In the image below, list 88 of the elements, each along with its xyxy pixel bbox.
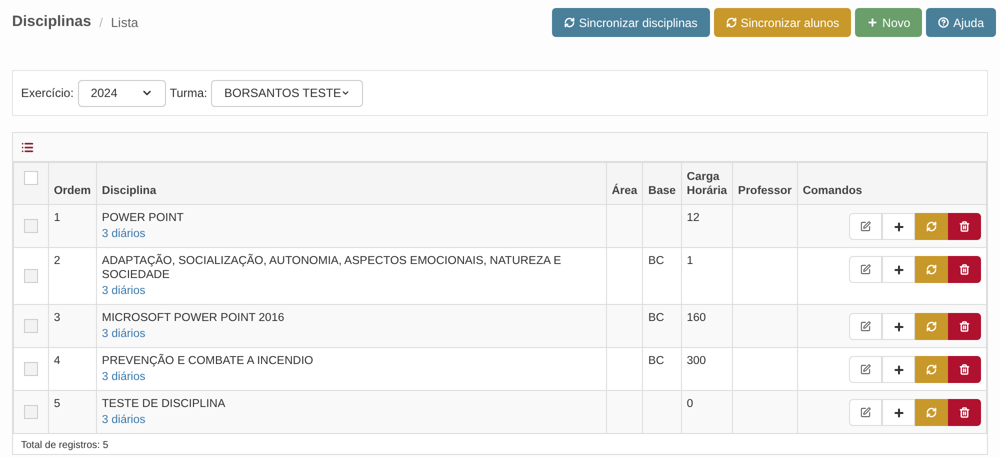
row-checkbox[interactable] <box>24 219 38 233</box>
edit-button[interactable] <box>849 399 882 426</box>
add-button[interactable] <box>882 356 915 383</box>
plus-icon <box>892 264 904 276</box>
edit-icon <box>860 407 871 418</box>
table-cell: 1 <box>54 212 60 224</box>
plus-icon <box>892 364 904 376</box>
delete-button[interactable] <box>948 313 981 340</box>
edit-icon <box>860 364 871 375</box>
row-checkbox[interactable] <box>24 405 38 419</box>
edit-button[interactable] <box>849 356 882 383</box>
edit-button[interactable] <box>849 313 882 340</box>
table-cell: 3 <box>54 312 60 324</box>
trash-icon <box>959 364 970 375</box>
table-cell: BC <box>648 355 664 367</box>
discipline-name: TESTE DE DISCIPLINA <box>102 397 226 411</box>
delete-button[interactable] <box>948 356 981 383</box>
delete-button[interactable] <box>948 399 981 426</box>
filter-label: Turma: <box>170 85 208 102</box>
diaries-link[interactable]: 3 diários <box>102 370 601 384</box>
action-button[interactable]: Sincronizar disciplinas <box>552 8 710 37</box>
refresh-icon <box>726 17 737 28</box>
trash-icon <box>959 407 970 418</box>
plus-icon <box>867 17 878 28</box>
diaries-link[interactable]: 3 diários <box>102 227 601 241</box>
select-field[interactable]: 2024 <box>78 80 166 106</box>
row-checkbox[interactable] <box>24 269 38 283</box>
refresh-icon <box>926 321 937 332</box>
edit-button[interactable] <box>849 213 882 240</box>
table-cell: 0 <box>686 398 694 410</box>
table-cell: 4 <box>54 355 60 367</box>
plus-icon <box>892 220 904 232</box>
column-header: Comandos <box>802 185 862 197</box>
refresh-icon <box>564 17 575 28</box>
table-cell: 300 <box>686 355 706 367</box>
diaries-link[interactable]: 3 diários <box>102 327 601 341</box>
discipline-name: MICROSOFT POWER POINT 2016 <box>102 311 286 325</box>
trash-icon <box>959 264 970 275</box>
table-cell: 12 <box>686 212 700 224</box>
row-checkbox[interactable] <box>24 319 38 333</box>
table-cell: 160 <box>686 312 706 324</box>
discipline-name: PREVENÇÃO E COMBATE A INCENDIO <box>102 354 314 368</box>
row-checkbox[interactable] <box>24 362 38 376</box>
list-icon <box>21 140 34 154</box>
table-cell: 2 <box>54 255 60 267</box>
column-header: Professor <box>738 185 792 197</box>
edit-button[interactable] <box>849 256 882 283</box>
breadcrumb-separator: / <box>99 14 103 32</box>
table-cell: BC <box>648 312 664 324</box>
discipline-name: ADAPTAÇÃO, SOCIALIZAÇÃO, AUTONOMIA, ASPECTOS EMOCIONAIS, NATUREZA E SOCIEDADE <box>102 254 562 282</box>
table-cell: 1 <box>686 255 694 267</box>
breadcrumb-current: Lista <box>110 14 138 32</box>
total-records: Total de registros: 5 <box>21 440 108 451</box>
help-icon <box>938 17 950 28</box>
refresh-icon <box>926 264 937 275</box>
edit-icon <box>860 264 871 275</box>
column-header: Carga Horária <box>686 171 728 197</box>
page-title: Disciplinas <box>12 12 92 32</box>
action-button[interactable]: Novo <box>855 8 922 37</box>
add-button[interactable] <box>882 256 915 283</box>
column-header: Área <box>612 185 638 197</box>
select-all-checkbox[interactable] <box>24 171 38 185</box>
select-field[interactable]: BORSANTOS TESTE <box>211 80 364 106</box>
refresh-icon <box>926 364 937 375</box>
action-button[interactable]: Sincronizar alunos <box>714 8 852 37</box>
add-button[interactable] <box>882 399 915 426</box>
column-header: Ordem <box>54 185 91 197</box>
delete-button[interactable] <box>948 256 981 283</box>
add-button[interactable] <box>882 213 915 240</box>
filter-label: Exercício: <box>21 85 74 102</box>
add-button[interactable] <box>882 313 915 340</box>
table-cell: BC <box>648 255 664 267</box>
diaries-link[interactable]: 3 diários <box>102 284 601 298</box>
action-button[interactable]: Ajuda <box>926 8 996 37</box>
delete-button[interactable] <box>948 213 981 240</box>
column-header: Disciplina <box>102 185 156 197</box>
plus-icon <box>892 406 904 418</box>
trash-icon <box>959 321 970 332</box>
refresh-icon <box>926 221 937 232</box>
discipline-name: POWER POINT <box>102 211 185 225</box>
table-cell: 5 <box>54 398 60 410</box>
diaries-link[interactable]: 3 diários <box>102 413 601 427</box>
trash-icon <box>959 221 970 232</box>
refresh-icon <box>926 407 937 418</box>
column-header: Base <box>648 185 676 197</box>
plus-icon <box>892 320 904 332</box>
edit-icon <box>860 221 871 232</box>
edit-icon <box>860 321 871 332</box>
